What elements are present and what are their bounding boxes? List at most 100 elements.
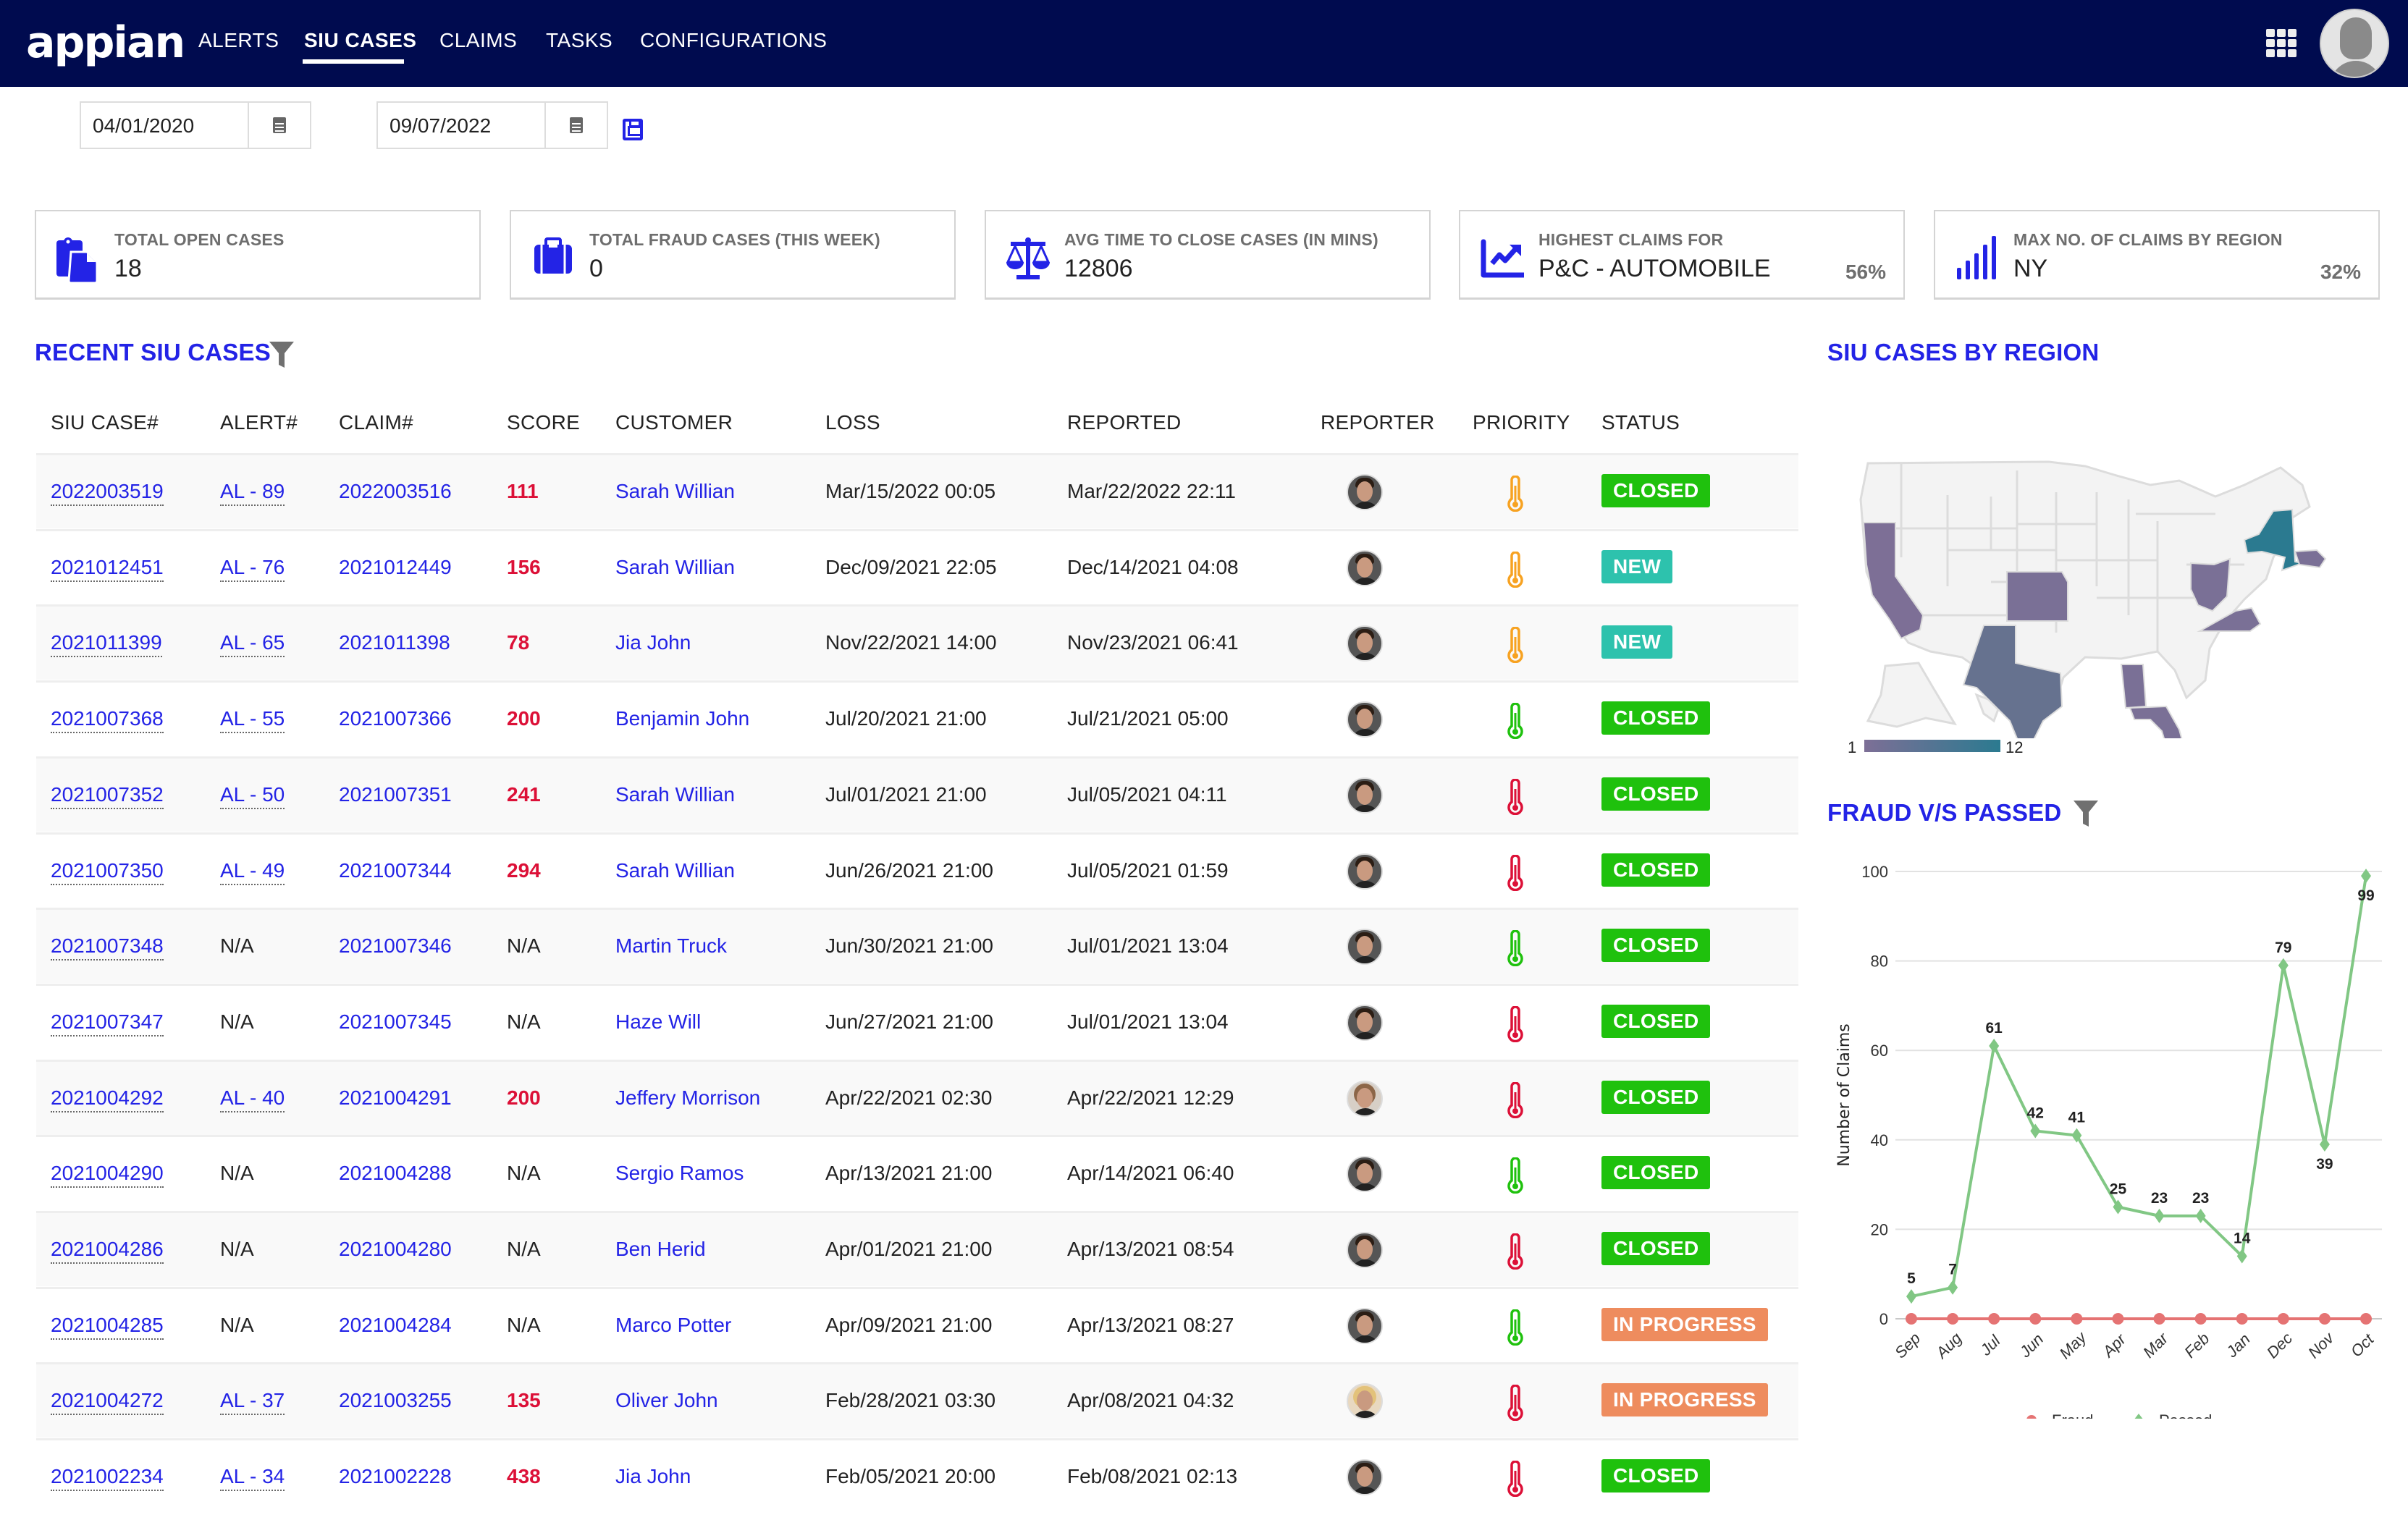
nav-tab-configurations[interactable]: CONFIGURATIONS [640,29,827,52]
customer-link[interactable]: Sarah Willian [615,859,735,882]
nav-tab-alerts[interactable]: ALERTS [198,29,279,52]
siu-case-link[interactable]: 2021011399 [51,631,162,658]
table-row[interactable]: 2021004292 AL - 40 2021004291 200 Jeffery Mo… [36,1059,1798,1135]
claim-link[interactable]: 2021002228 [339,1465,452,1488]
alert-link[interactable]: AL - 50 [220,783,285,809]
column-header-claim[interactable]: CLAIM# [339,411,413,434]
column-header-score[interactable]: SCORE [507,411,580,434]
column-header-loss[interactable]: LOSS [825,411,880,434]
customer-link[interactable]: Sarah Willian [615,783,735,806]
customer-link[interactable]: Marco Potter [615,1314,731,1337]
nav-tab-tasks[interactable]: TASKS [546,29,612,52]
reporter-avatar[interactable] [1347,549,1383,586]
reporter-avatar[interactable] [1347,701,1383,738]
table-row[interactable]: 2021004272 AL - 37 2021003255 135 Oliver Joh… [36,1362,1798,1438]
customer-link[interactable]: Haze Will [615,1010,701,1034]
alert-link[interactable]: AL - 49 [220,859,285,885]
customer-link[interactable]: Sergio Ramos [615,1162,744,1185]
claim-link[interactable]: 2021007344 [339,859,452,882]
reporter-avatar[interactable] [1347,1080,1383,1117]
customer-link[interactable]: Jia John [615,1465,691,1488]
alert-link[interactable]: AL - 89 [220,480,285,506]
claim-link[interactable]: 2021004280 [339,1238,452,1261]
column-header-reported[interactable]: REPORTED [1067,411,1181,434]
reporter-avatar[interactable] [1347,853,1383,890]
end-date-field[interactable]: 09/07/2022 [376,101,608,149]
column-header-priority[interactable]: PRIORITY [1473,411,1570,434]
siu-case-link[interactable]: 2021007352 [51,783,164,809]
alert-link[interactable]: AL - 37 [220,1389,285,1416]
column-header-status[interactable]: STATUS [1601,411,1680,434]
claim-link[interactable]: 2021004288 [339,1162,452,1185]
siu-case-link[interactable]: 2021007347 [51,1010,164,1036]
claim-link[interactable]: 2021007346 [339,934,452,958]
siu-case-link[interactable]: 2021004292 [51,1086,164,1112]
siu-case-link[interactable]: 2021007350 [51,859,164,885]
us-region-map[interactable] [1839,434,2346,738]
alert-link[interactable]: AL - 76 [220,556,285,582]
claim-link[interactable]: 2021007366 [339,707,452,730]
table-row[interactable]: 2021012451 AL - 76 2021012449 156 Sarah Will… [36,528,1798,604]
table-row[interactable]: 2021007368 AL - 55 2021007366 200 Benjamin J… [36,680,1798,756]
siu-case-link[interactable]: 2021004285 [51,1314,164,1340]
user-avatar-icon[interactable] [2320,9,2389,78]
customer-link[interactable]: Martin Truck [615,934,727,958]
customer-link[interactable]: Jia John [615,631,691,654]
reporter-avatar[interactable] [1347,1383,1383,1420]
reporter-avatar[interactable] [1347,625,1383,662]
alert-link[interactable]: AL - 40 [220,1086,285,1112]
claim-link[interactable]: 2021003255 [339,1389,452,1412]
table-row[interactable]: 2021007348 N/A 2021007346 N/A Martin Truck Ju… [36,908,1798,984]
table-row[interactable]: 2021004286 N/A 2021004280 N/A Ben Herid Apr/0… [36,1211,1798,1286]
alert-link[interactable]: AL - 34 [220,1465,285,1492]
start-date-calendar-button[interactable] [248,103,310,148]
claim-link[interactable]: 2022003516 [339,480,452,503]
claim-link[interactable]: 2021011398 [339,631,450,654]
nav-tab-siu-cases[interactable]: SIU CASES [304,29,416,52]
siu-case-link[interactable]: 2021002234 [51,1465,164,1492]
reporter-avatar[interactable] [1347,929,1383,966]
customer-link[interactable]: Ben Herid [615,1238,706,1261]
reporter-avatar[interactable] [1347,1307,1383,1344]
table-row[interactable]: 2022003519 AL - 89 2022003516 111 Sarah Will… [36,453,1798,528]
claim-link[interactable]: 2021007351 [339,783,452,806]
filter-icon[interactable] [2074,801,2098,827]
reporter-avatar[interactable] [1347,777,1383,814]
siu-case-link[interactable]: 2022003519 [51,480,164,506]
table-row[interactable]: 2021011399 AL - 65 2021011398 78 Jia John Nov… [36,604,1798,680]
column-header-siu-case[interactable]: SIU CASE# [51,411,159,434]
reporter-avatar[interactable] [1347,1459,1383,1496]
claim-link[interactable]: 2021004284 [339,1314,452,1337]
siu-case-link[interactable]: 2021007348 [51,934,164,961]
end-date-calendar-button[interactable] [544,103,607,148]
column-header-alert[interactable]: ALERT# [220,411,298,434]
table-row[interactable]: 2021007352 AL - 50 2021007351 241 Sarah Will… [36,756,1798,832]
reporter-avatar[interactable] [1347,1004,1383,1041]
reporter-avatar[interactable] [1347,1232,1383,1268]
customer-link[interactable]: Jeffery Morrison [615,1086,760,1110]
reporter-avatar[interactable] [1347,474,1383,510]
nav-tab-claims[interactable]: CLAIMS [439,29,517,52]
claim-link[interactable]: 2021004291 [339,1086,452,1110]
save-icon[interactable] [623,119,643,140]
alert-link[interactable]: AL - 65 [220,631,285,658]
filter-icon[interactable] [269,342,294,368]
customer-link[interactable]: Sarah Willian [615,556,735,579]
siu-case-link[interactable]: 2021007368 [51,707,164,734]
end-date-value[interactable]: 09/07/2022 [390,114,491,138]
siu-case-link[interactable]: 2021012451 [51,556,164,582]
column-header-customer[interactable]: CUSTOMER [615,411,733,434]
claim-link[interactable]: 2021012449 [339,556,452,579]
siu-case-link[interactable]: 2021004272 [51,1389,164,1416]
start-date-field[interactable]: 04/01/2020 [80,101,311,149]
customer-link[interactable]: Oliver John [615,1389,718,1412]
siu-case-link[interactable]: 2021004290 [51,1162,164,1188]
appian-logo[interactable]: appian [26,17,185,68]
start-date-value[interactable]: 04/01/2020 [93,114,194,138]
table-row[interactable]: 2021007350 AL - 49 2021007344 294 Sarah Will… [36,832,1798,908]
table-row[interactable]: 2021004285 N/A 2021004284 N/A Marco Potter Ap… [36,1286,1798,1362]
column-header-reporter[interactable]: REPORTER [1321,411,1434,434]
table-row[interactable]: 2021004290 N/A 2021004288 N/A Sergio Ramos Ap… [36,1135,1798,1210]
customer-link[interactable]: Benjamin John [615,707,749,730]
table-row[interactable]: 2021007347 N/A 2021007345 N/A Haze Will Jun/2… [36,983,1798,1059]
